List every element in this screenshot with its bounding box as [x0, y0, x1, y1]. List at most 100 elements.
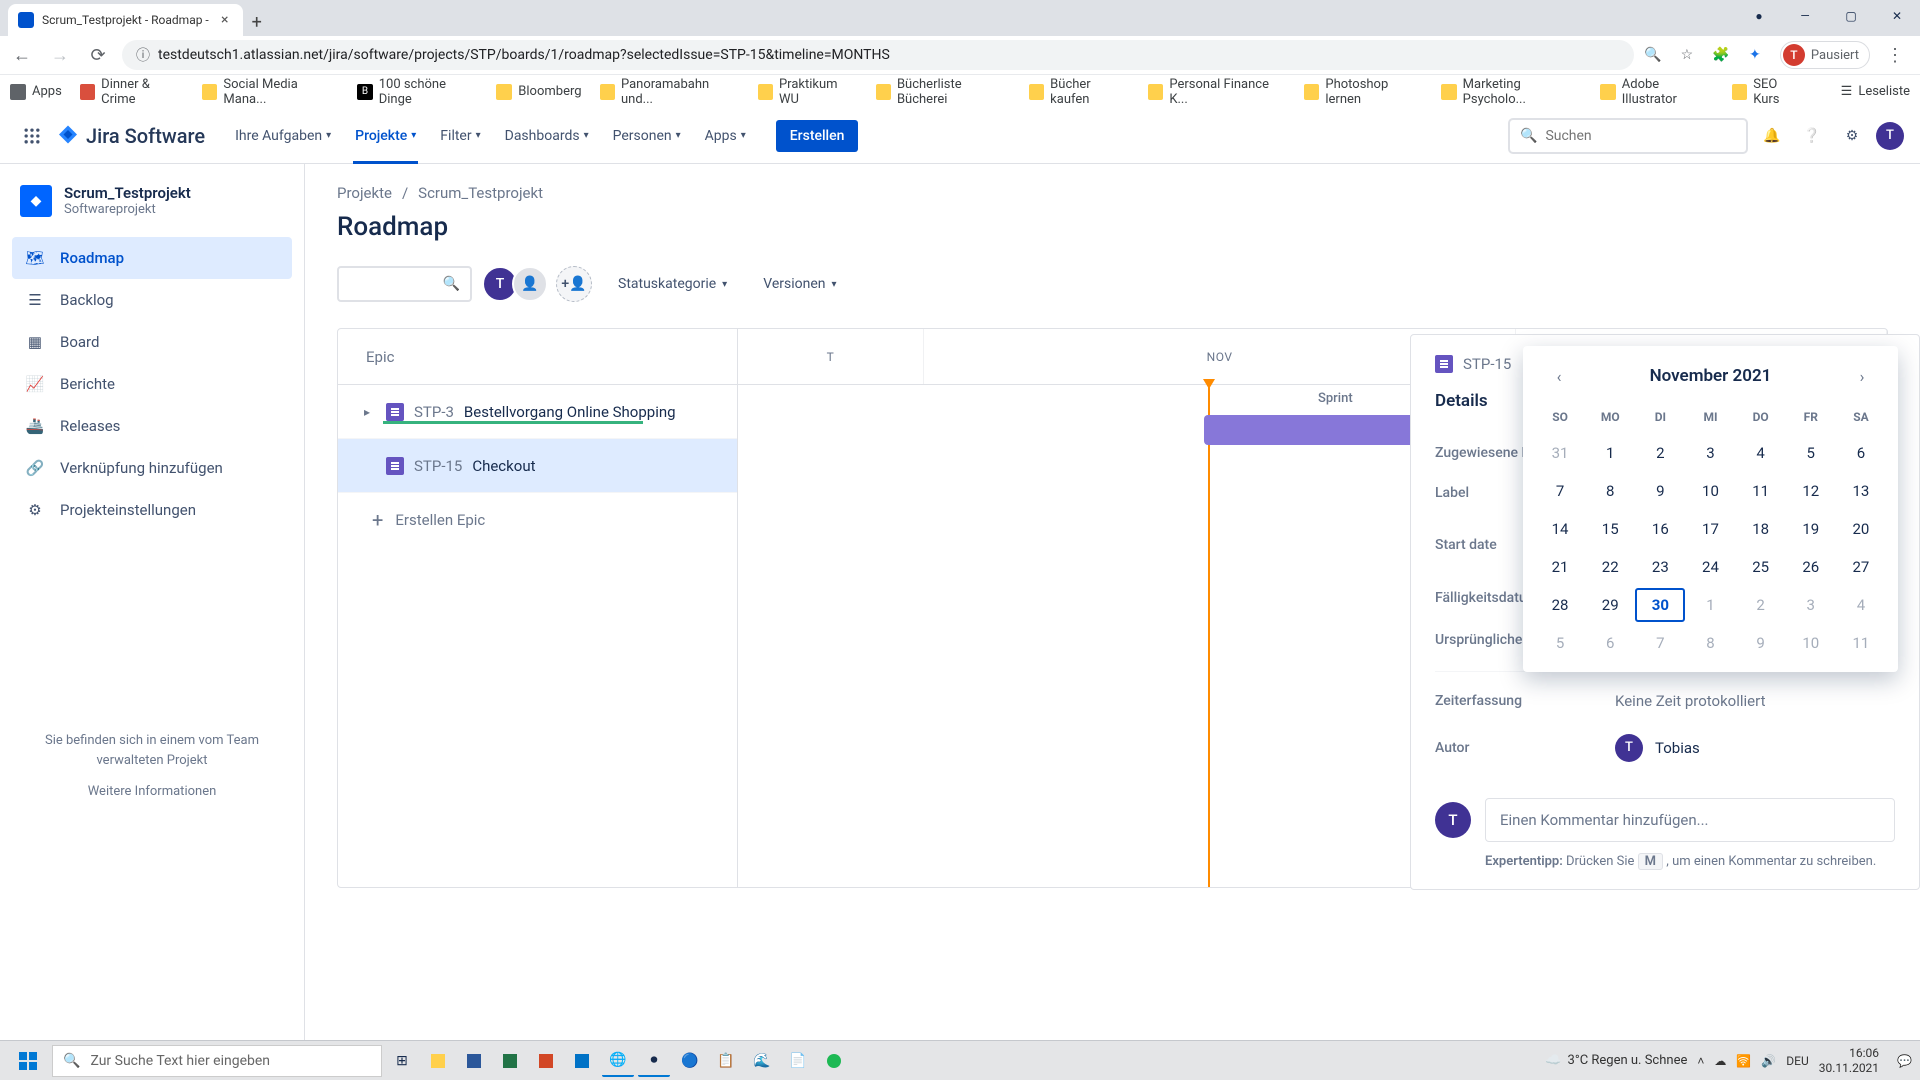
jira-logo[interactable]: Jira Software — [56, 124, 205, 148]
close-window-button[interactable]: ✕ — [1874, 0, 1920, 32]
tray-chevron-icon[interactable]: ˄ — [1697, 1054, 1704, 1068]
zoom-icon[interactable]: 🔍 — [1644, 46, 1662, 64]
expand-icon[interactable]: ▸ — [364, 405, 376, 419]
calendar-day[interactable]: 25 — [1736, 550, 1786, 584]
nav-apps[interactable]: Apps▾ — [695, 120, 756, 152]
epic-row[interactable]: ▸ STP-15 Checkout — [338, 439, 737, 493]
calendar-day[interactable]: 5 — [1535, 626, 1585, 660]
versions-filter[interactable]: Versionen▾ — [753, 268, 846, 300]
user-avatar[interactable]: T — [1876, 122, 1904, 150]
calendar-day[interactable]: 20 — [1836, 512, 1886, 546]
author-value[interactable]: T Tobias — [1615, 734, 1895, 762]
bookmark-item[interactable]: Adobe Illustrator — [1600, 77, 1713, 107]
task-view-icon[interactable]: ⊞ — [386, 1045, 418, 1077]
bookmark-item[interactable]: Panoramabahn und... — [600, 77, 740, 107]
calendar-day[interactable]: 3 — [1786, 588, 1836, 622]
forward-button[interactable]: → — [46, 41, 74, 69]
minimize-button[interactable]: — — [1782, 0, 1828, 32]
chrome-icon[interactable]: 🌐 — [602, 1045, 634, 1077]
windows-search[interactable]: 🔍 Zur Suche Text hier eingeben — [52, 1045, 382, 1077]
calendar-day[interactable]: 14 — [1535, 512, 1585, 546]
bookmark-item[interactable]: SEO Kurs — [1732, 77, 1805, 107]
comment-input[interactable]: Einen Kommentar hinzufügen... — [1485, 798, 1895, 842]
bookmark-item[interactable]: Personal Finance K... — [1148, 77, 1286, 107]
calendar-day[interactable]: 10 — [1786, 626, 1836, 660]
calendar-day[interactable]: 6 — [1836, 436, 1886, 470]
help-icon[interactable]: ❔ — [1796, 120, 1828, 152]
powerpoint-icon[interactable] — [530, 1045, 562, 1077]
calendar-day[interactable]: 8 — [1585, 474, 1635, 508]
nav-your-work[interactable]: Ihre Aufgaben▾ — [225, 120, 341, 152]
bookmark-item[interactable]: Praktikum WU — [758, 77, 858, 107]
settings-icon[interactable]: ⚙ — [1836, 120, 1868, 152]
calendar-day[interactable]: 2 — [1736, 588, 1786, 622]
app-icon[interactable]: 🔵 — [674, 1045, 706, 1077]
browser-tab[interactable]: Scrum_Testprojekt - Roadmap - × — [8, 4, 243, 36]
notifications-icon[interactable]: 💬 — [1897, 1054, 1912, 1068]
close-tab-icon[interactable]: × — [217, 12, 233, 28]
project-header[interactable]: ◆ Scrum_Testprojekt Softwareprojekt — [12, 184, 292, 237]
mail-icon[interactable] — [566, 1045, 598, 1077]
calendar-day[interactable]: 26 — [1786, 550, 1836, 584]
sidebar-item-backlog[interactable]: ☰Backlog — [12, 279, 292, 321]
calendar-day[interactable]: 19 — [1786, 512, 1836, 546]
profile-chip[interactable]: T Pausiert — [1780, 41, 1870, 69]
calendar-day[interactable]: 21 — [1535, 550, 1585, 584]
notifications-icon[interactable]: 🔔 — [1756, 120, 1788, 152]
calendar-day[interactable]: 11 — [1836, 626, 1886, 660]
calendar-day[interactable]: 18 — [1736, 512, 1786, 546]
next-month-button[interactable]: › — [1848, 362, 1876, 390]
word-icon[interactable] — [458, 1045, 490, 1077]
sidebar-item-roadmap[interactable]: 🗺Roadmap — [12, 237, 292, 279]
back-button[interactable]: ← — [8, 41, 36, 69]
calendar-day[interactable]: 24 — [1685, 550, 1735, 584]
notepad-icon[interactable]: 📄 — [782, 1045, 814, 1077]
calendar-day[interactable]: 4 — [1836, 588, 1886, 622]
calendar-day[interactable]: 7 — [1635, 626, 1685, 660]
calendar-day[interactable]: 11 — [1736, 474, 1786, 508]
calendar-day[interactable]: 28 — [1535, 588, 1585, 622]
file-explorer-icon[interactable] — [422, 1045, 454, 1077]
chrome-menu-icon[interactable]: ⋮ — [1886, 45, 1904, 66]
sidebar-more-info-link[interactable]: Weitere Informationen — [32, 782, 272, 802]
new-tab-button[interactable]: + — [243, 8, 271, 36]
calendar-day[interactable]: 1 — [1585, 436, 1635, 470]
clock[interactable]: 16:06 30.11.2021 — [1819, 1046, 1887, 1075]
url-input[interactable]: ⓘ testdeutsch1.atlassian.net/jira/softwa… — [122, 40, 1634, 70]
roadmap-search[interactable]: 🔍 — [337, 266, 472, 302]
add-people-button[interactable]: +👤 — [556, 266, 592, 302]
nav-people[interactable]: Personen▾ — [603, 120, 691, 152]
weather-widget[interactable]: ☁️ 3°C Regen u. Schnee — [1545, 1053, 1687, 1068]
bookmark-item[interactable]: Photoshop lernen — [1304, 77, 1423, 107]
create-epic-button[interactable]: + Erstellen Epic — [338, 493, 737, 547]
avatar-unassigned[interactable]: 👤 — [512, 266, 548, 302]
calendar-day[interactable]: 6 — [1585, 626, 1635, 660]
calendar-day[interactable]: 2 — [1635, 436, 1685, 470]
calendar-day[interactable]: 9 — [1635, 474, 1685, 508]
extension-icon[interactable]: ✦ — [1746, 46, 1764, 64]
nav-dashboards[interactable]: Dashboards▾ — [495, 120, 599, 152]
calendar-day[interactable]: 10 — [1685, 474, 1735, 508]
search-input[interactable] — [1545, 128, 1736, 144]
excel-icon[interactable] — [494, 1045, 526, 1077]
calendar-day[interactable]: 27 — [1836, 550, 1886, 584]
spotify-icon[interactable] — [818, 1045, 850, 1077]
site-info-icon[interactable]: ⓘ — [136, 45, 150, 65]
calendar-day[interactable]: 22 — [1585, 550, 1635, 584]
onedrive-icon[interactable]: ☁ — [1714, 1054, 1726, 1068]
breadcrumb-projects[interactable]: Projekte — [337, 184, 392, 202]
global-search[interactable]: 🔍 — [1508, 118, 1748, 154]
volume-icon[interactable]: 🔊 — [1761, 1054, 1776, 1068]
calendar-day[interactable]: 31 — [1535, 436, 1585, 470]
calendar-day[interactable]: 15 — [1585, 512, 1635, 546]
language-indicator[interactable]: DEU — [1786, 1054, 1808, 1068]
calendar-day[interactable]: 17 — [1685, 512, 1735, 546]
time-tracking-value[interactable]: Keine Zeit protokolliert — [1615, 692, 1895, 710]
bookmark-item[interactable]: Bücherliste Bücherei — [876, 77, 1011, 107]
calendar-day[interactable]: 3 — [1685, 436, 1735, 470]
calendar-day[interactable]: 30 — [1635, 588, 1685, 622]
sidebar-item-board[interactable]: ▦Board — [12, 321, 292, 363]
sidebar-item-reports[interactable]: 📈Berichte — [12, 363, 292, 405]
calendar-day[interactable]: 16 — [1635, 512, 1685, 546]
calendar-day[interactable]: 8 — [1685, 626, 1735, 660]
